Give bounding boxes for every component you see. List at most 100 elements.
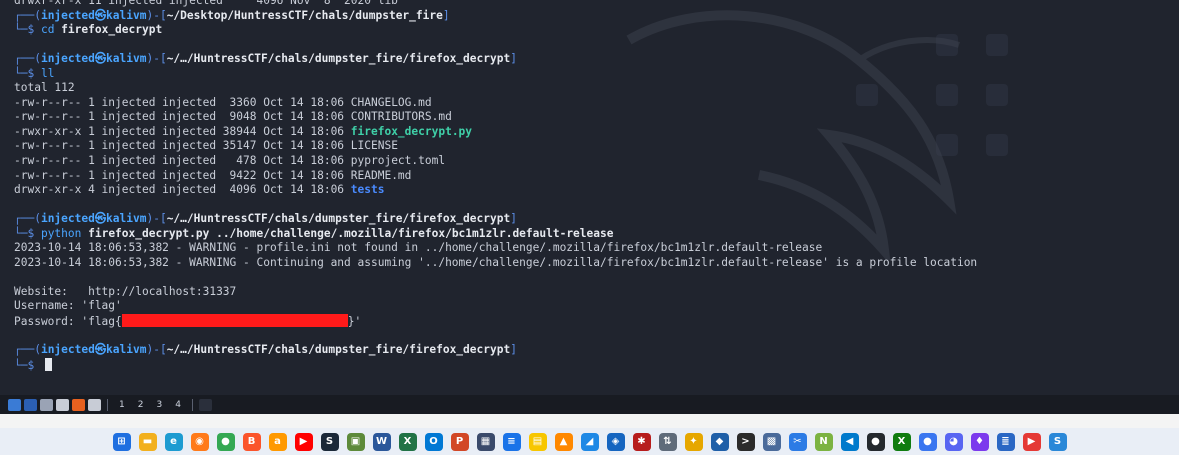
prompt-user: injected [40,343,95,357]
windows-start-icon[interactable]: ⊞ [112,432,131,451]
command-line: └─$ ll [14,67,977,82]
store-icon[interactable]: S [1048,432,1067,451]
calculator-icon[interactable]: ▦ [476,432,495,451]
prompt-frame: )-[ [146,52,167,66]
powerpoint-icon[interactable]: P [450,432,469,451]
network-icon[interactable]: ⇅ [658,432,677,451]
notepad-icon[interactable]: ≡ [502,432,521,451]
prompt-at: ㉿ [94,212,107,226]
file-meta: -rw-r--r-- 1 injected injected 9422 Oct … [14,168,351,182]
prompt-frame: ┌──( [14,8,41,22]
file-name: README.md [350,168,412,182]
redaction-bar [121,314,348,328]
terminal-output[interactable]: drwxr-xr-x 11 injected injected 4096 Nov… [14,0,977,372]
signal-icon[interactable]: ● [918,432,937,451]
media-icon[interactable]: ▶ [1022,432,1041,451]
notes-icon[interactable]: ≣ [996,432,1015,451]
notepadpp-icon[interactable]: N [814,432,833,451]
prompt-user: injected [40,52,95,66]
file-listing-row: -rw-r--r-- 1 injected injected 3360 Oct … [14,96,977,111]
shield-tool-icon[interactable]: ✦ [684,432,703,451]
virtualbox-icon[interactable]: ◆ [710,432,729,451]
file-manager-icon[interactable] [40,398,53,411]
file-name: tests [350,183,385,197]
file-explorer-icon[interactable]: ▬ [138,432,157,451]
outlook-icon[interactable]: O [424,432,443,451]
word-icon[interactable]: W [372,432,391,451]
output-line: 2023-10-14 18:06:53,382 - WARNING - Cont… [14,256,977,271]
kali-menu-icon[interactable] [8,398,21,411]
desktop-icon[interactable] [986,134,1008,156]
desktop-icon[interactable] [986,34,1008,56]
youtube-icon[interactable]: ▶ [294,432,313,451]
github-icon[interactable]: ● [866,432,885,451]
vlc-icon[interactable]: ▲ [554,432,573,451]
prompt-frame: ] [510,212,517,226]
xbox-icon[interactable]: X [892,432,911,451]
gallery-icon[interactable]: ▩ [762,432,781,451]
prompt-host: kalivm [106,52,147,66]
prompt-user: injected [40,8,95,22]
steam-icon[interactable]: S [320,432,339,451]
prompt-host: kalivm [106,8,147,22]
prompt-frame: ┌──( [14,343,41,357]
file-listing-row: -rw-r--r-- 1 injected injected 9048 Oct … [14,110,977,125]
vscode-icon[interactable]: ◀ [840,432,859,451]
prompt-line: ┌──(injected㉿kalivm)-[~/Desktop/Huntress… [14,9,977,24]
excel-icon[interactable]: X [398,432,417,451]
text-editor-icon[interactable] [56,398,69,411]
firefox-taskbar-icon[interactable]: ◉ [190,432,209,451]
file-name: LICENSE [350,139,398,153]
prompt-frame: )-[ [146,8,167,22]
amazon-icon[interactable]: a [268,432,287,451]
terminal-icon[interactable] [24,398,37,411]
workspace-button[interactable]: 2 [133,400,149,410]
prompt-path: ~/Desktop/HuntressCTF/chals/dumpster_fir… [166,8,443,22]
brave-icon[interactable]: B [242,432,261,451]
desktop-icon[interactable] [986,84,1008,106]
discord-icon[interactable]: ◕ [944,432,963,451]
output-line: Website: http://localhost:31337 [14,285,977,300]
obsidian-icon[interactable]: ♦ [970,432,989,451]
prompt-user: injected [40,212,95,226]
bug-icon[interactable]: ✱ [632,432,651,451]
chrome-icon[interactable]: ● [216,432,235,451]
workspace-button[interactable]: 3 [151,400,167,410]
minecraft-icon[interactable]: ▣ [346,432,365,451]
prompt-symbol: └─$ [14,23,41,37]
workspace-button[interactable]: 1 [114,400,130,410]
panel-separator [107,398,108,411]
sticky-notes-icon[interactable]: ▤ [528,432,547,451]
prompt-at: ㉿ [94,52,107,66]
command-line: └─$ cd firefox_decrypt [14,23,977,38]
output-line: 2023-10-14 18:06:53,382 - WARNING - prof… [14,241,977,256]
workspace-button[interactable]: 4 [170,400,186,410]
edge-icon[interactable]: e [164,432,183,451]
password-suffix: }' [347,315,362,329]
terminal-small-icon[interactable] [198,398,212,411]
wireshark-icon[interactable]: ◈ [606,432,625,451]
prompt-symbol: └─$ [14,66,41,80]
snip-icon[interactable]: ✂ [788,432,807,451]
prompt-frame: )-[ [146,212,167,226]
prompt-frame: ] [510,343,517,357]
terminal-window[interactable]: drwxr-xr-x 11 injected injected 4096 Nov… [0,0,1179,395]
cmd-icon[interactable]: > [736,432,755,451]
command-name: cd [40,23,55,37]
prompt-frame: ] [442,8,450,22]
prompt-line: ┌──(injected㉿kalivm)-[~/…/HuntressCTF/ch… [14,343,977,358]
panel-separator [191,398,193,411]
prompt-at: ㉿ [94,343,107,357]
firefox-icon[interactable] [72,398,85,411]
prompt-line: ┌──(injected㉿kalivm)-[~/…/HuntressCTF/ch… [14,212,977,227]
xfce-panel: 1234 [0,395,1179,414]
settings-icon[interactable] [88,398,101,411]
paint-icon[interactable]: ◢ [580,432,599,451]
file-meta: -rw-r--r-- 1 injected injected 9048 Oct … [14,110,351,124]
file-listing-row: -rw-r--r-- 1 injected injected 35147 Oct… [14,139,977,154]
output-text: Website: http://localhost:31337 [14,284,237,298]
file-name: CHANGELOG.md [350,95,432,109]
file-name: firefox_decrypt.py [350,124,473,138]
